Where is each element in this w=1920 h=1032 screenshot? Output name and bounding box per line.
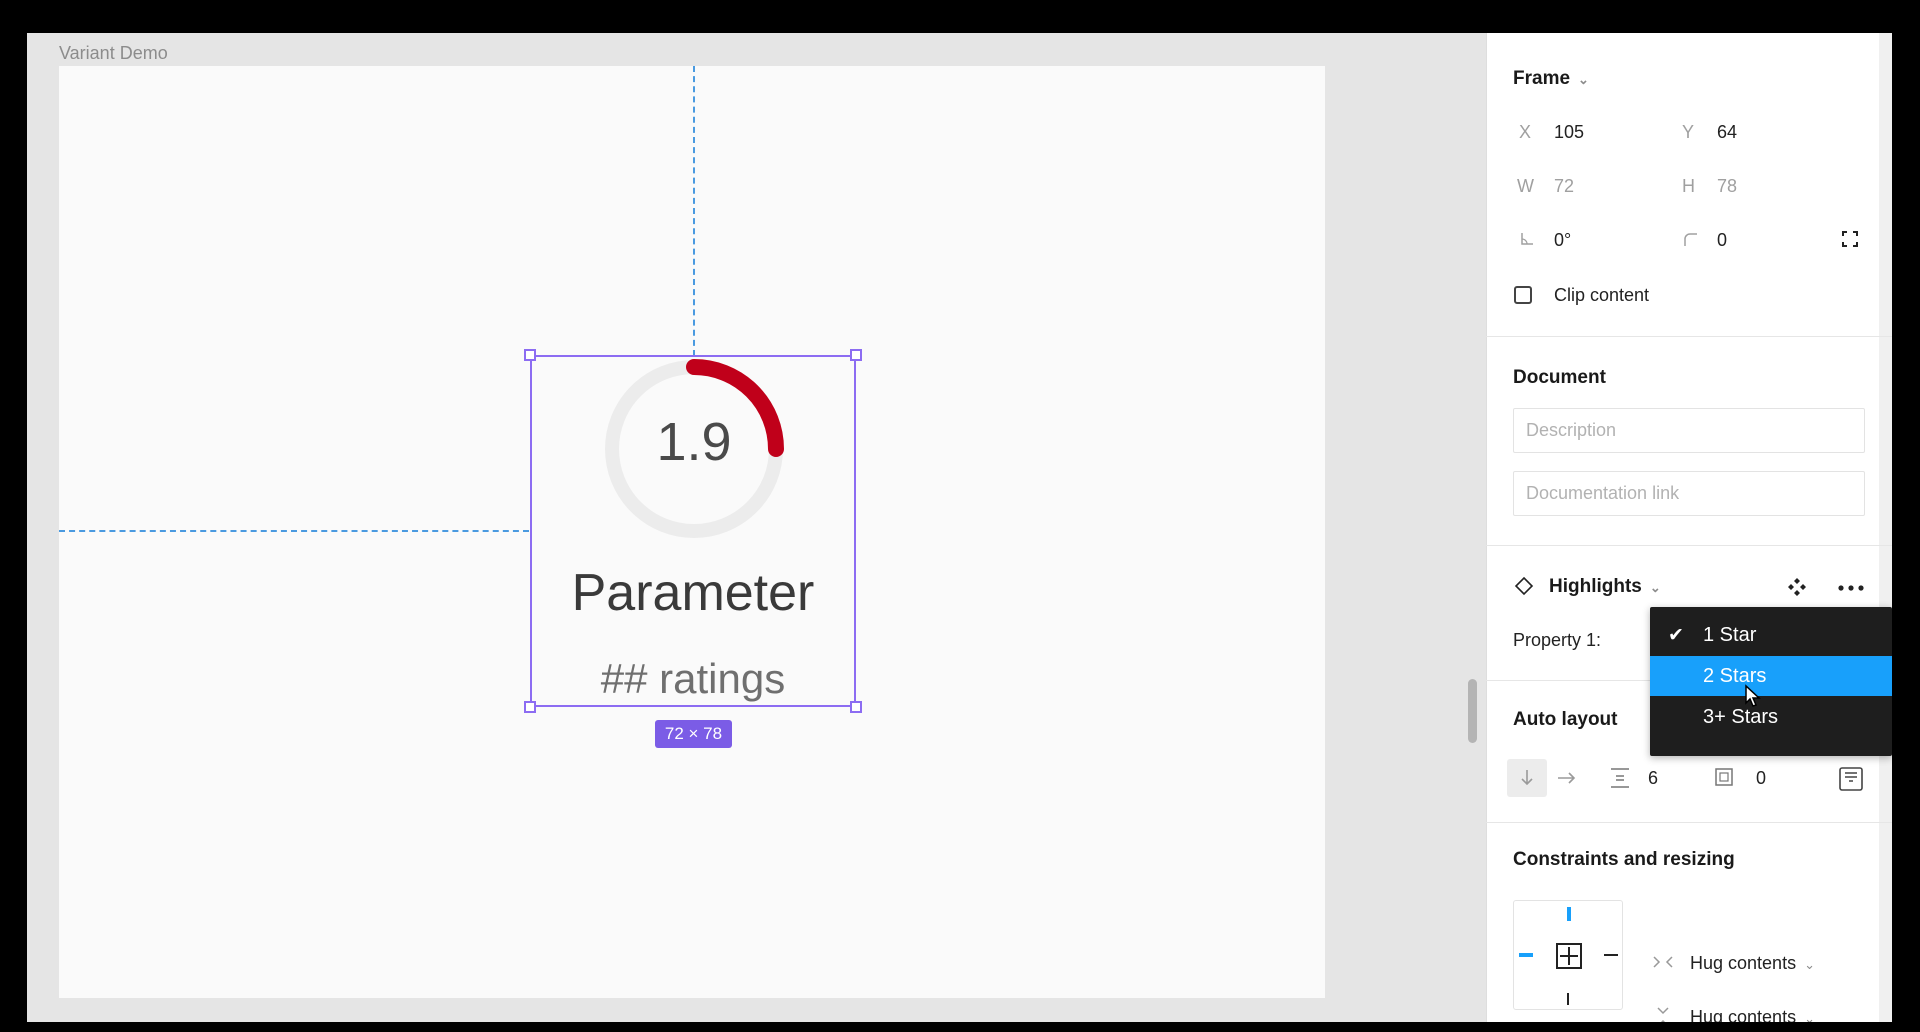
- option-label: 3+ Stars: [1703, 705, 1779, 728]
- constraint-left[interactable]: [1519, 953, 1533, 957]
- horizontal-direction-button[interactable]: [1557, 770, 1577, 786]
- clip-content-checkbox[interactable]: [1514, 286, 1532, 304]
- option-2-stars[interactable]: 2 Stars: [1650, 656, 1892, 696]
- chevron-down-icon: ⌄: [1804, 1011, 1815, 1022]
- spacing-input[interactable]: 6: [1648, 768, 1658, 789]
- constraint-center-box[interactable]: [1556, 943, 1582, 969]
- horizontal-resize-icon: [1653, 956, 1673, 968]
- horizontal-guide: [59, 530, 529, 532]
- section-divider: [1486, 822, 1892, 823]
- vertical-direction-button[interactable]: [1507, 759, 1547, 797]
- frame-section-title[interactable]: Frame ⌄: [1513, 68, 1589, 90]
- component-name-text: Highlights: [1549, 576, 1642, 597]
- constraint-bottom[interactable]: [1567, 993, 1569, 1005]
- horizontal-resizing-select[interactable]: Hug contents ⌄: [1690, 953, 1815, 974]
- description-field[interactable]: [1513, 408, 1865, 453]
- corner-radius-input[interactable]: 0: [1717, 230, 1727, 251]
- constraints-section-title: Constraints and resizing: [1513, 849, 1735, 870]
- arrow-down-icon: [1521, 770, 1533, 786]
- mouse-cursor-icon: [1745, 684, 1761, 707]
- vertical-resizing-value: Hug contents: [1690, 1007, 1797, 1022]
- go-to-main-component-icon[interactable]: [1787, 577, 1807, 597]
- figma-app: Variant Demo 1.9 Parameter ## ratings 72…: [27, 33, 1892, 1022]
- resize-handle-top-right[interactable]: [850, 349, 862, 361]
- chevron-down-icon: ⌄: [1804, 957, 1815, 972]
- section-divider: [1486, 545, 1892, 546]
- padding-icon: [1715, 768, 1733, 786]
- auto-layout-section-title: Auto layout: [1513, 709, 1618, 730]
- y-input[interactable]: 64: [1717, 122, 1737, 143]
- alignment-settings-icon[interactable]: [1838, 766, 1864, 792]
- y-label: Y: [1682, 122, 1695, 142]
- constraint-widget[interactable]: [1513, 900, 1623, 1010]
- h-label: H: [1682, 176, 1695, 196]
- option-label: 1 Star: [1703, 623, 1757, 646]
- padding-input[interactable]: 0: [1756, 768, 1766, 789]
- spacing-between-icon: [1611, 768, 1629, 788]
- selection-box[interactable]: [530, 355, 856, 707]
- rotation-input[interactable]: 0°: [1554, 230, 1571, 251]
- more-options-icon[interactable]: [1838, 585, 1864, 591]
- size-badge: 72 × 78: [655, 720, 732, 748]
- canvas-scrollbar[interactable]: [1468, 679, 1477, 743]
- option-3-plus-stars[interactable]: 3+ Stars: [1650, 697, 1892, 737]
- component-name[interactable]: Highlights ⌄: [1549, 576, 1661, 598]
- checkmark-icon: ✔: [1668, 624, 1684, 646]
- chevron-down-icon: ⌄: [1578, 72, 1589, 87]
- component-instance-icon: [1514, 576, 1534, 596]
- description-input[interactable]: [1514, 409, 1864, 452]
- h-input[interactable]: 78: [1717, 176, 1737, 197]
- resize-handle-bottom-left[interactable]: [524, 701, 536, 713]
- resize-handle-top-left[interactable]: [524, 349, 536, 361]
- documentation-link-input[interactable]: [1514, 472, 1864, 515]
- x-input[interactable]: 105: [1554, 122, 1584, 143]
- chevron-down-icon: ⌄: [1649, 580, 1661, 595]
- vertical-resize-icon: [1657, 1007, 1669, 1022]
- x-label: X: [1519, 122, 1532, 142]
- clip-content-label: Clip content: [1554, 285, 1650, 305]
- rotation-icon: [1521, 233, 1533, 245]
- documentation-link-field[interactable]: [1513, 471, 1865, 516]
- corner-radius-icon: [1684, 233, 1697, 246]
- resize-handle-bottom-right[interactable]: [850, 701, 862, 713]
- canvas[interactable]: Variant Demo 1.9 Parameter ## ratings 72…: [27, 33, 1486, 1022]
- constraint-top[interactable]: [1567, 907, 1571, 921]
- vertical-guide: [693, 66, 695, 356]
- property-dropdown-menu: ✔ 1 Star 2 Stars 3+ Stars: [1650, 607, 1892, 756]
- frame-label[interactable]: Variant Demo: [59, 43, 168, 64]
- w-input[interactable]: 72: [1554, 176, 1574, 197]
- property-1-label: Property 1:: [1513, 630, 1602, 650]
- constraint-right[interactable]: [1604, 954, 1618, 956]
- w-label: W: [1517, 176, 1534, 196]
- independent-corners-icon[interactable]: [1841, 230, 1859, 248]
- panel-scrollbar[interactable]: [1879, 33, 1892, 1022]
- horizontal-resizing-value: Hug contents: [1690, 953, 1797, 973]
- frame-title-text: Frame: [1513, 68, 1571, 89]
- section-divider: [1486, 336, 1892, 337]
- vertical-resizing-select[interactable]: Hug contents ⌄: [1690, 1007, 1815, 1022]
- option-1-star[interactable]: ✔ 1 Star: [1650, 615, 1892, 655]
- document-section-title: Document: [1513, 367, 1606, 388]
